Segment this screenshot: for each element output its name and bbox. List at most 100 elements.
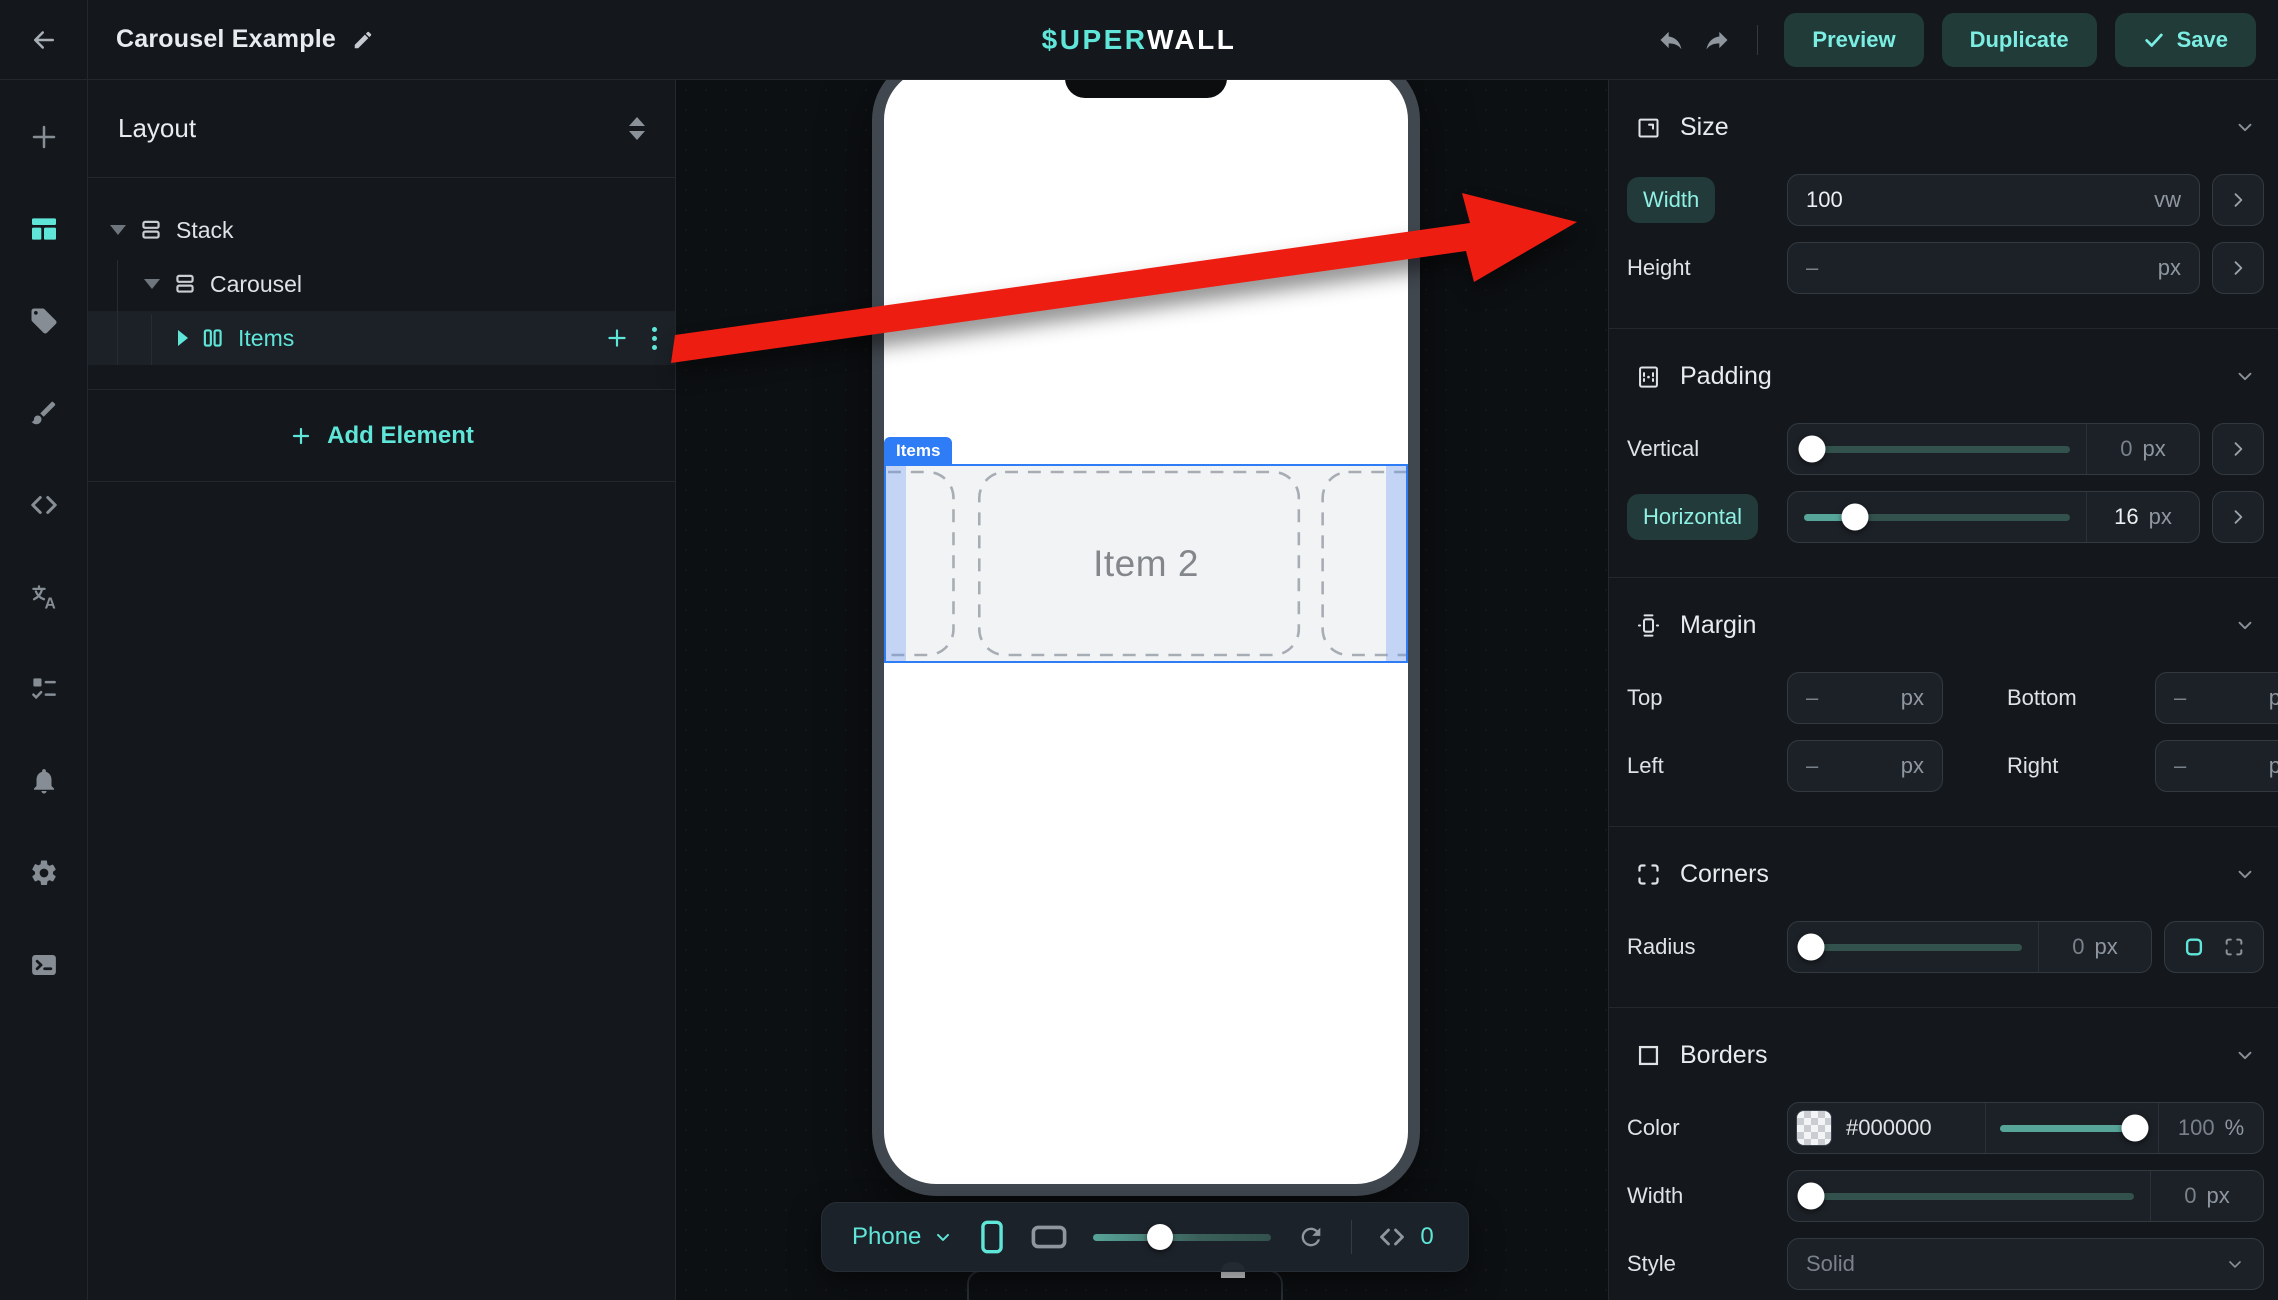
radius-slider[interactable] xyxy=(1788,922,2038,972)
padding-vertical-expand-button[interactable] xyxy=(2212,423,2264,475)
slider-knob[interactable] xyxy=(1841,504,1868,531)
caret-down-icon[interactable] xyxy=(110,225,126,235)
margin-icon xyxy=(1635,612,1662,639)
layout-panel: Layout Stack Carouse xyxy=(88,80,676,1300)
height-expand-button[interactable] xyxy=(2212,242,2264,294)
height-row: Height – px xyxy=(1627,242,2264,294)
padding-vertical-value[interactable]: 0 xyxy=(2120,436,2132,462)
items-selection[interactable]: Item 2 xyxy=(884,464,1408,663)
back-button[interactable] xyxy=(0,0,88,79)
padding-section: Padding Vertical 0 px xyxy=(1609,329,2278,578)
chevron-down-icon[interactable] xyxy=(2234,614,2256,636)
borders-section-header[interactable]: Borders xyxy=(1627,1008,2264,1102)
radius-unit: px xyxy=(2095,934,2118,960)
plus-icon[interactable] xyxy=(604,325,630,351)
chevron-down-icon[interactable] xyxy=(2234,365,2256,387)
height-value[interactable]: – xyxy=(1806,255,1818,281)
gear-icon[interactable] xyxy=(16,845,72,901)
caret-right-icon[interactable] xyxy=(178,330,188,346)
size-section-header[interactable]: Size xyxy=(1627,80,2264,174)
border-opacity-value[interactable]: 100 xyxy=(2178,1115,2215,1141)
height-unit[interactable]: px xyxy=(2158,255,2181,281)
redo-icon[interactable] xyxy=(1703,26,1731,54)
duplicate-button[interactable]: Duplicate xyxy=(1942,13,2097,67)
width-expand-button[interactable] xyxy=(2212,174,2264,226)
brush-icon[interactable] xyxy=(16,385,72,441)
uniform-corners-icon[interactable] xyxy=(2183,936,2205,958)
corners-section-title: Corners xyxy=(1680,860,1769,889)
width-row: Width 100 vw xyxy=(1627,174,2264,226)
margin-right-input[interactable]: – px xyxy=(2155,740,2278,792)
device-selector[interactable]: Phone xyxy=(852,1223,953,1251)
phone-screen[interactable]: Items Item 2 xyxy=(884,80,1408,1184)
add-icon[interactable] xyxy=(16,109,72,165)
code-view-toggle[interactable]: 0 xyxy=(1378,1223,1433,1251)
checklist-icon[interactable] xyxy=(16,661,72,717)
carousel-item-label: Item 2 xyxy=(886,466,1406,661)
tree-item-items[interactable]: Items xyxy=(88,311,675,365)
tree-item-carousel[interactable]: Carousel xyxy=(88,257,675,311)
code-icon[interactable] xyxy=(16,477,72,533)
edit-title-icon[interactable] xyxy=(352,29,374,51)
bell-icon[interactable] xyxy=(16,753,72,809)
slider-knob[interactable] xyxy=(1797,934,1824,961)
slider-knob[interactable] xyxy=(1797,1183,1824,1210)
border-opacity-slider[interactable] xyxy=(1986,1103,2158,1153)
layout-icon[interactable] xyxy=(16,201,72,257)
padding-horizontal-slider[interactable] xyxy=(1788,492,2086,542)
border-style-dropdown[interactable]: Solid xyxy=(1787,1238,2264,1290)
save-button[interactable]: Save xyxy=(2115,13,2256,67)
width-value[interactable]: 100 xyxy=(1806,187,1843,213)
border-width-slider[interactable] xyxy=(1788,1171,2150,1221)
inspector-panel: Size Width 100 vw xyxy=(1608,80,2278,1300)
stack-icon xyxy=(172,271,198,297)
border-width-value[interactable]: 0 xyxy=(2184,1183,2196,1209)
corners-section: Corners Radius 0 px xyxy=(1609,827,2278,1008)
refresh-icon[interactable] xyxy=(1297,1223,1325,1251)
tree-item-label: Stack xyxy=(176,217,234,244)
kebab-menu-icon[interactable] xyxy=(652,327,657,350)
padding-vertical-slider[interactable] xyxy=(1788,424,2086,474)
margin-top-input[interactable]: – px xyxy=(1787,672,1943,724)
width-unit[interactable]: vw xyxy=(2154,187,2181,213)
terminal-icon[interactable] xyxy=(16,937,72,993)
padding-horizontal-expand-button[interactable] xyxy=(2212,491,2264,543)
border-color-value[interactable]: #000000 xyxy=(1846,1115,1932,1141)
border-style-label: Style xyxy=(1627,1251,1676,1277)
tag-icon[interactable] xyxy=(16,293,72,349)
margin-bottom-input[interactable]: – px xyxy=(2155,672,2278,724)
undo-icon[interactable] xyxy=(1657,26,1685,54)
phone-preview: Items Item 2 xyxy=(872,80,1420,1196)
padding-horizontal-value[interactable]: 16 xyxy=(2114,504,2138,530)
height-input[interactable]: – px xyxy=(1787,242,2200,294)
padding-section-header[interactable]: Padding xyxy=(1627,329,2264,423)
width-label[interactable]: Width xyxy=(1627,177,1715,223)
toolbar-divider xyxy=(1351,1220,1352,1254)
tree-item-stack[interactable]: Stack xyxy=(88,203,675,257)
corners-section-header[interactable]: Corners xyxy=(1627,827,2264,921)
selection-badge[interactable]: Items xyxy=(884,437,952,465)
zoom-slider-knob[interactable] xyxy=(1147,1224,1173,1250)
sort-icon[interactable] xyxy=(629,117,645,140)
portrait-device-icon[interactable] xyxy=(979,1220,1005,1254)
zoom-slider[interactable] xyxy=(1093,1224,1271,1250)
padding-horizontal-label[interactable]: Horizontal xyxy=(1627,494,1758,540)
chevron-down-icon[interactable] xyxy=(2234,1044,2256,1066)
individual-corners-icon[interactable] xyxy=(2223,936,2245,958)
caret-down-icon[interactable] xyxy=(144,279,160,289)
translate-icon[interactable]: A xyxy=(16,569,72,625)
add-element-button[interactable]: Add Element xyxy=(88,390,675,482)
padding-vertical-label: Vertical xyxy=(1627,436,1699,462)
chevron-down-icon[interactable] xyxy=(2234,863,2256,885)
slider-knob[interactable] xyxy=(1798,436,1825,463)
margin-section-header[interactable]: Margin xyxy=(1627,578,2264,672)
landscape-device-icon[interactable] xyxy=(1031,1224,1067,1250)
chevron-down-icon[interactable] xyxy=(2234,116,2256,138)
color-swatch[interactable] xyxy=(1796,1110,1832,1146)
slider-knob[interactable] xyxy=(2122,1115,2149,1142)
width-input[interactable]: 100 vw xyxy=(1787,174,2200,226)
tree-row-actions xyxy=(604,325,675,351)
radius-value[interactable]: 0 xyxy=(2072,934,2084,960)
margin-left-input[interactable]: – px xyxy=(1787,740,1943,792)
preview-button[interactable]: Preview xyxy=(1784,13,1923,67)
